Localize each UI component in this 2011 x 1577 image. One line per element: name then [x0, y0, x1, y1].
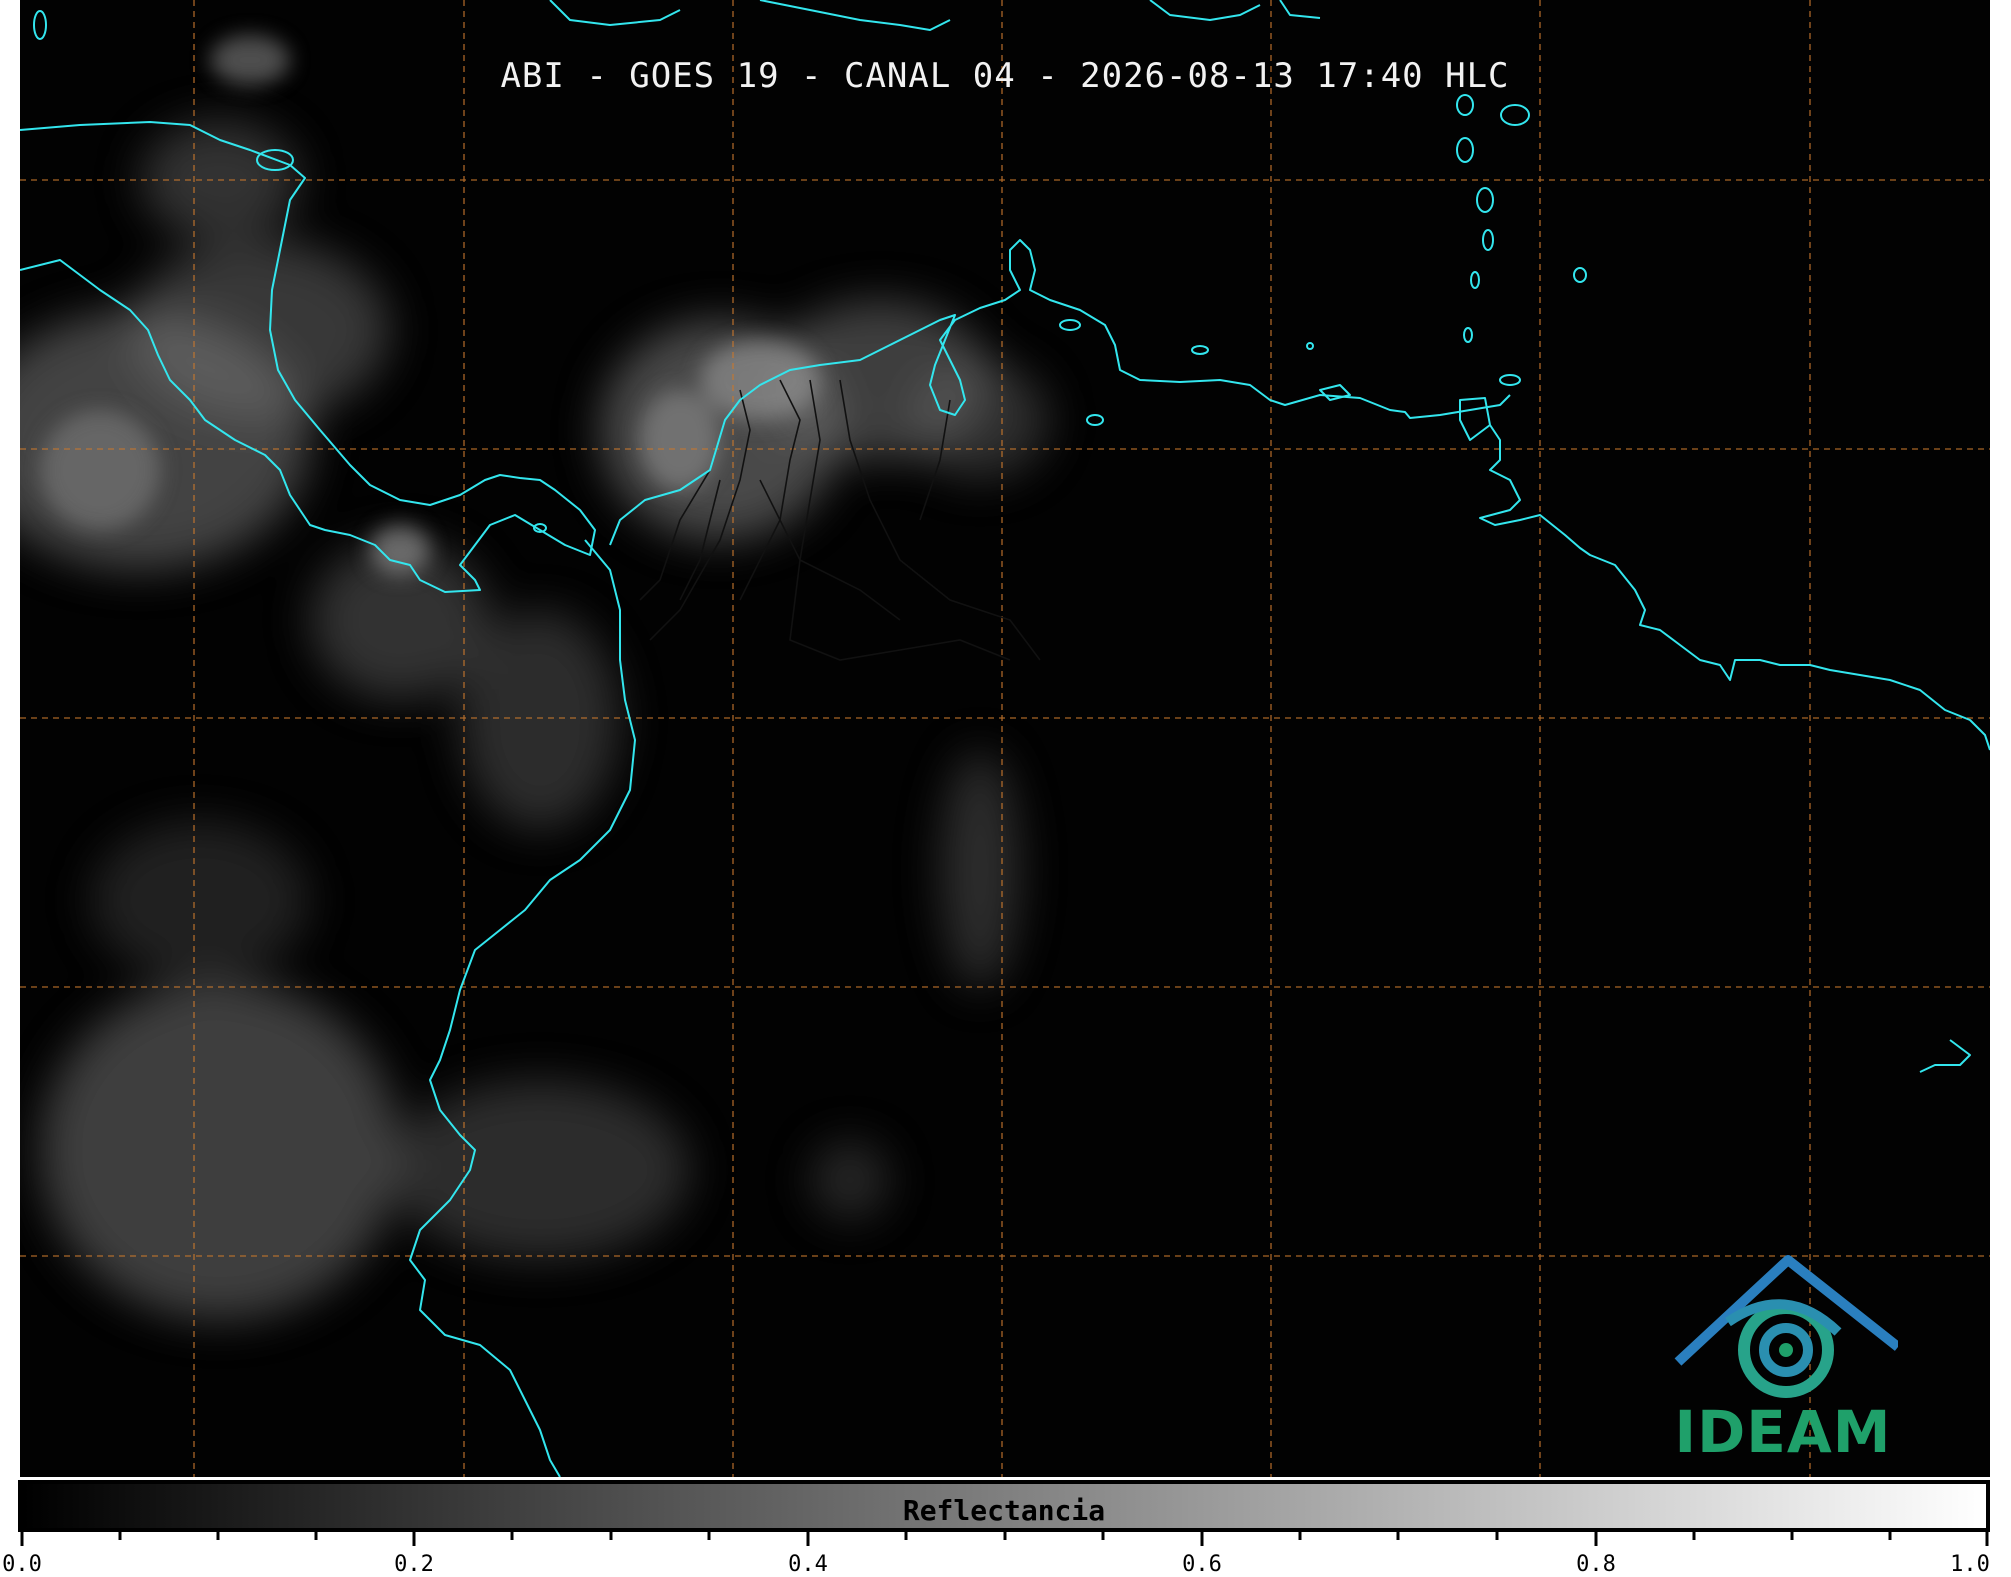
colorbar: Reflectancia — [18, 1480, 1990, 1532]
satellite-image: ABI - GOES 19 - CANAL 04 - 2026-08-13 17… — [20, 0, 1990, 1477]
colorbar-tick-marks — [20, 1532, 1989, 1546]
tick-label: 0.6 — [1182, 1552, 1222, 1577]
tick-label: 0.0 — [2, 1552, 42, 1577]
tick-label: 1.0 — [1950, 1552, 1990, 1577]
tick-label: 0.8 — [1576, 1552, 1616, 1577]
colorbar-label: Reflectancia — [902, 1494, 1106, 1527]
ideam-logo-text: IDEAM — [1674, 1398, 1892, 1466]
ideam-logo-icon — [1674, 1255, 1898, 1398]
colorbar-ticks: 0.0 0.2 0.4 0.6 0.8 1.0 — [2, 1532, 1990, 1577]
tick-label: 0.2 — [394, 1552, 434, 1577]
map-title: ABI - GOES 19 - CANAL 04 - 2026-08-13 17… — [500, 56, 1510, 96]
cloud-cover — [20, 120, 1050, 1320]
ideam-logo: IDEAM — [1668, 1252, 1898, 1472]
tick-label: 0.4 — [788, 1552, 828, 1577]
